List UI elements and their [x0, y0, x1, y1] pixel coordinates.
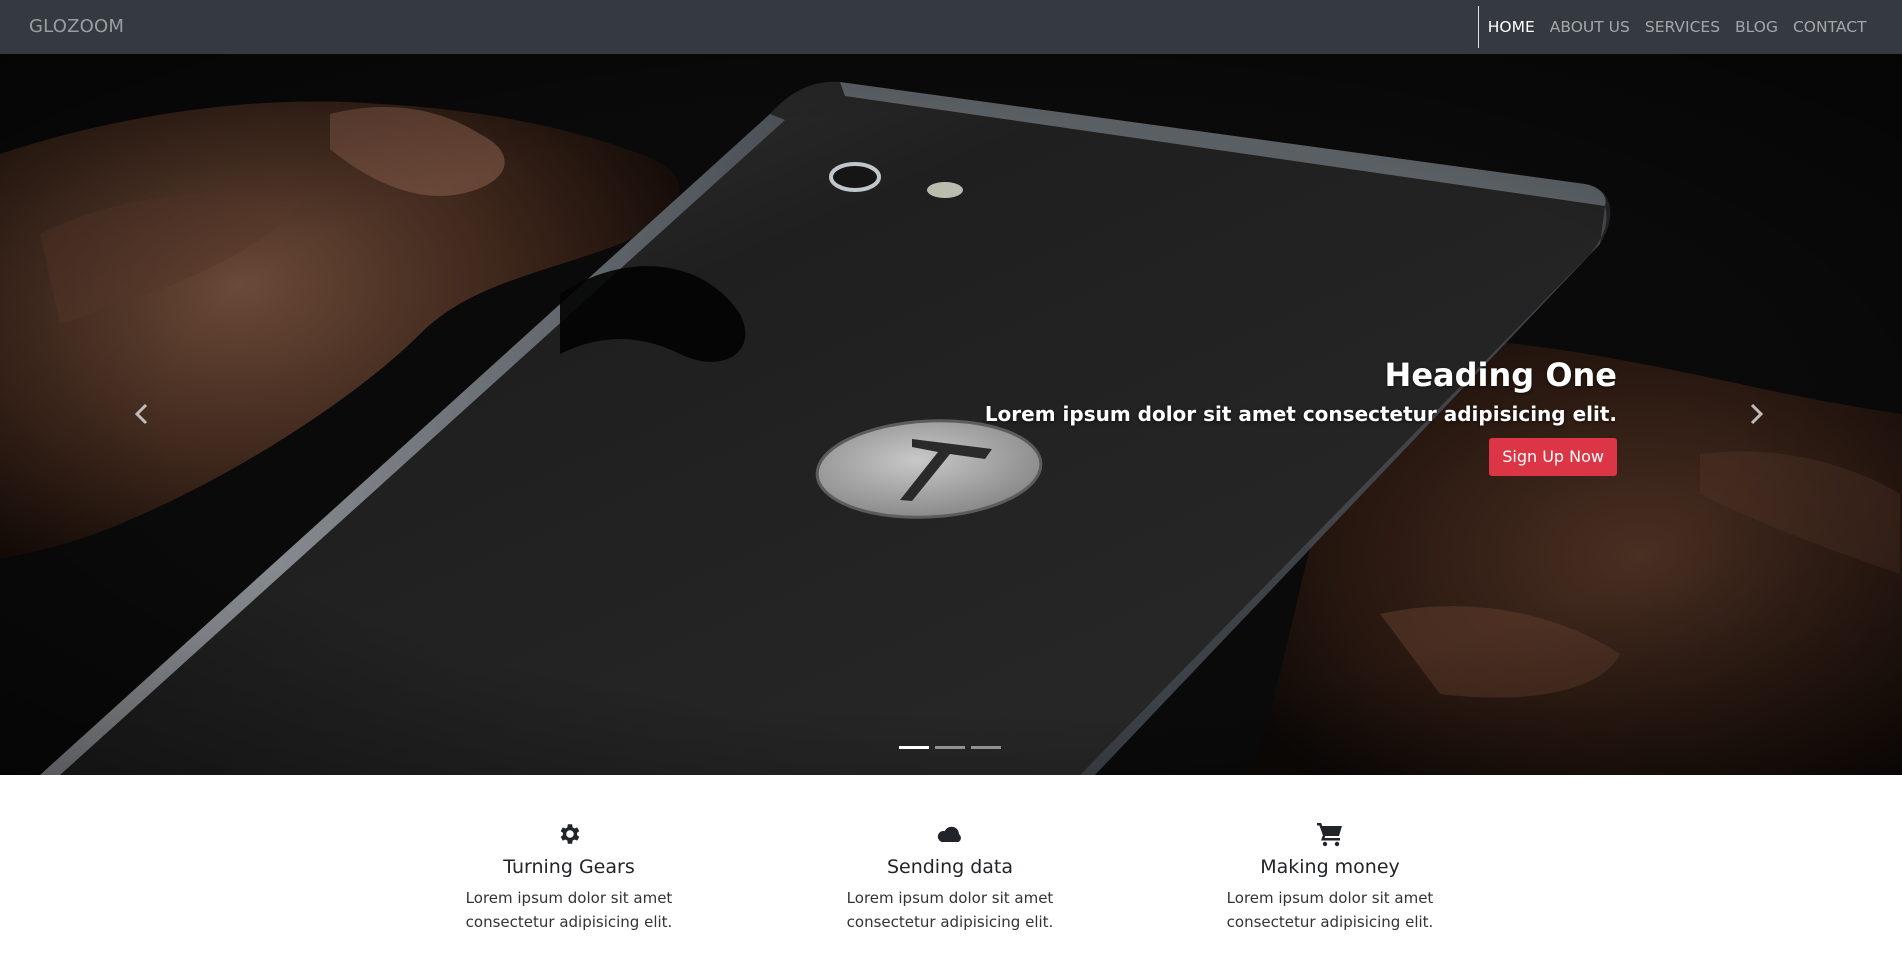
hero-carousel: Heading One Lorem ipsum dolor sit amet c…	[0, 54, 1902, 775]
carousel-indicators	[899, 746, 1001, 749]
carousel-indicator-1[interactable]	[899, 746, 929, 749]
gear-icon	[560, 824, 580, 844]
features-section: Turning Gears Lorem ipsum dolor sit amet…	[0, 775, 1902, 955]
nav-link-blog[interactable]: BLOG	[1735, 6, 1778, 48]
chevron-right-icon	[1750, 403, 1764, 425]
top-navbar: GLOZOOM HOME ABOUT US SERVICES BLOG CONT…	[0, 0, 1902, 54]
carousel-indicator-3[interactable]	[971, 746, 1001, 749]
feature-text: Lorem ipsum dolor sit amet consectetur a…	[465, 889, 673, 931]
chevron-left-icon	[134, 403, 148, 425]
hero-heading: Heading One	[1384, 356, 1617, 394]
carousel-next-button[interactable]	[1737, 394, 1777, 434]
carousel-prev-button[interactable]	[121, 394, 161, 434]
hero-subheading: Lorem ipsum dolor sit amet consectetur a…	[984, 402, 1617, 426]
feature-title: Sending data	[886, 856, 1014, 878]
cart-icon	[1317, 823, 1342, 847]
feature-card-gears: Turning Gears Lorem ipsum dolor sit amet…	[404, 820, 734, 934]
feature-title: Turning Gears	[503, 856, 635, 878]
cloud-icon	[937, 826, 961, 842]
feature-text: Lorem ipsum dolor sit amet consectetur a…	[846, 889, 1054, 931]
nav-link-contact[interactable]: CONTACT	[1793, 6, 1867, 48]
carousel-indicator-2[interactable]	[935, 746, 965, 749]
nav-menu: HOME ABOUT US SERVICES BLOG CONTACT	[1477, 6, 1874, 48]
carousel-caption: Heading One Lorem ipsum dolor sit amet c…	[985, 354, 1617, 476]
feature-text: Lorem ipsum dolor sit amet consectetur a…	[1226, 889, 1434, 931]
nav-link-home[interactable]: HOME	[1488, 6, 1535, 48]
feature-title: Making money	[1260, 856, 1400, 878]
sign-up-button[interactable]: Sign Up Now	[1489, 438, 1617, 476]
brand-logo-link[interactable]: GLOZOOM	[29, 0, 124, 54]
feature-card-money: Making money Lorem ipsum dolor sit amet …	[1165, 820, 1495, 934]
nav-link-services[interactable]: SERVICES	[1645, 6, 1720, 48]
feature-card-data: Sending data Lorem ipsum dolor sit amet …	[785, 820, 1115, 934]
nav-link-about-us[interactable]: ABOUT US	[1550, 6, 1630, 48]
